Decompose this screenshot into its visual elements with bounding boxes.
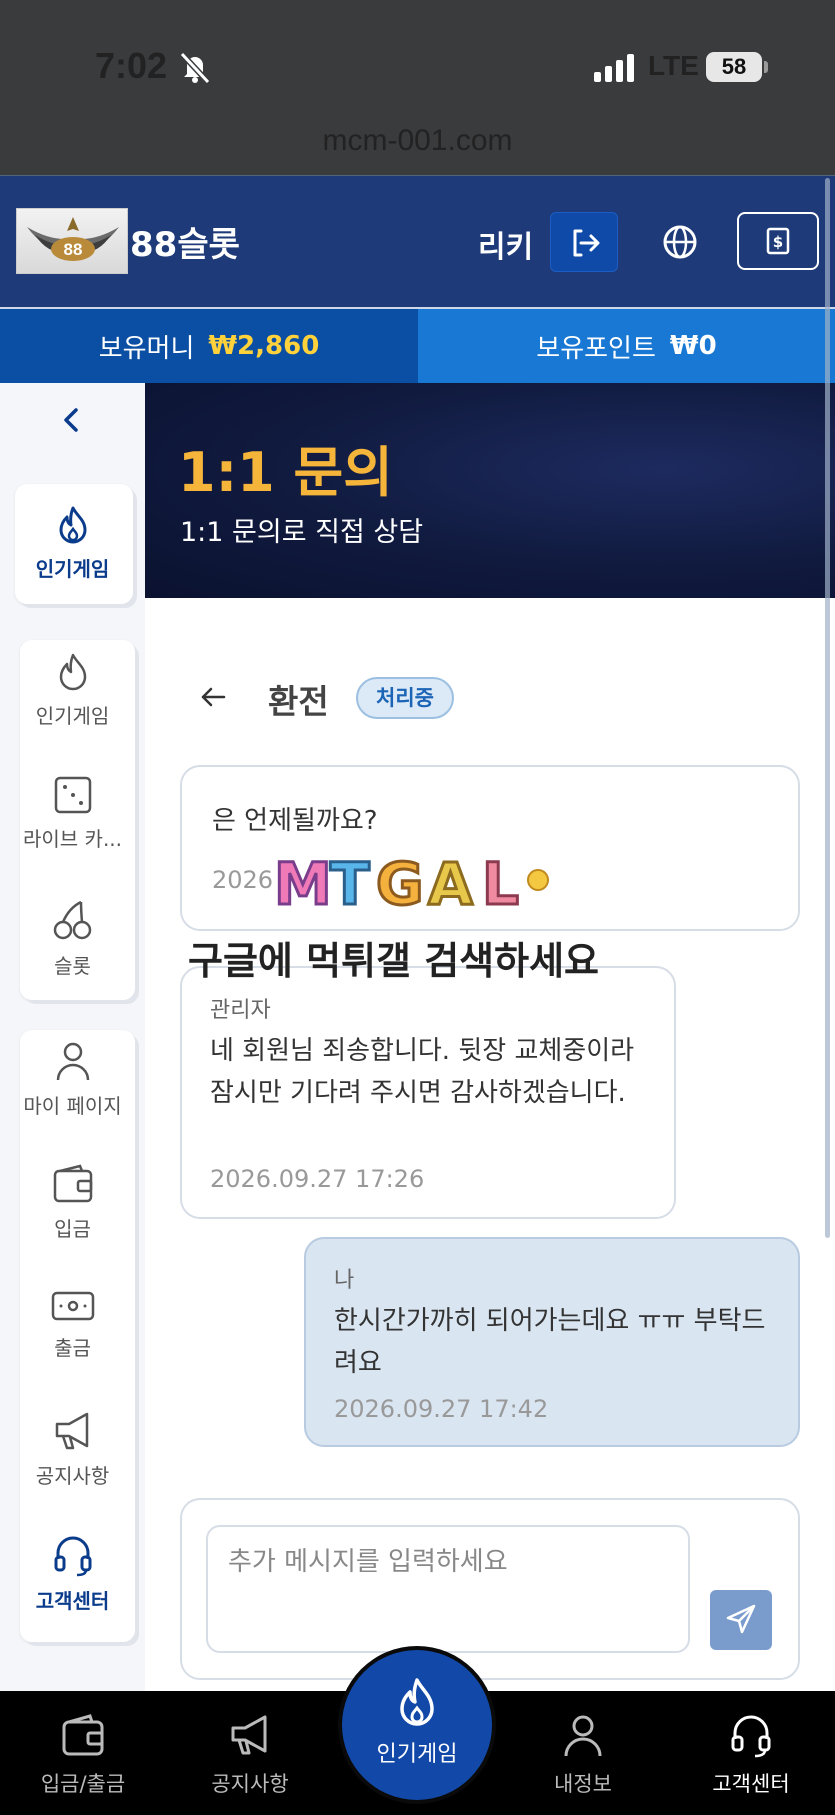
message-text: 네 회원님 죄송합니다. 뒷장 교체중이라 잠시만 기다려 주시면 감사하겠습니…: [210, 1036, 635, 1108]
sidebar-item-live-casino[interactable]: 라이브 카...: [0, 775, 145, 852]
logout-button[interactable]: [550, 212, 618, 272]
sidebar-item-slot[interactable]: 슬롯: [0, 898, 145, 979]
battery-tip: [764, 61, 768, 73]
thread-title: 환전: [268, 682, 329, 721]
send-icon: [726, 1604, 756, 1634]
nav-label: 공지사항: [211, 1772, 289, 1796]
dice-icon: [54, 776, 91, 814]
chevron-left-icon[interactable]: [56, 400, 88, 440]
nav-label: 내정보: [554, 1772, 612, 1796]
nav-popular-games[interactable]: 인기게임: [342, 1650, 492, 1800]
nav-deposit-withdraw[interactable]: 입금/출금: [8, 1712, 158, 1798]
page-title: 1:1 문의: [178, 441, 393, 504]
sidebar-item-label: 마이 페이지: [23, 1094, 122, 1118]
headset-icon: [54, 1536, 91, 1577]
user-icon: [56, 1042, 89, 1081]
cherry-icon: [53, 900, 91, 940]
bell-muted-icon: [179, 51, 211, 84]
money-balance: 보유머니 ₩2,860: [0, 309, 418, 383]
browser-url[interactable]: mcm-001.com: [0, 124, 835, 158]
brand-name: 88슬롯: [130, 225, 240, 265]
message-date: 2026.09.27 17:26: [210, 1165, 425, 1193]
status-time: 7:02: [95, 45, 168, 86]
logout-icon: [573, 229, 600, 257]
message-text: 은 언제될까요?: [212, 806, 378, 836]
fire-icon: [59, 653, 86, 691]
svg-text:M: M: [274, 850, 334, 916]
message-author: 관리자: [210, 998, 271, 1023]
wallet-icon: [62, 1714, 104, 1756]
money-icon: $: [766, 227, 790, 255]
sidebar-item-label: 공지사항: [35, 1464, 110, 1488]
fire-icon: [400, 1678, 434, 1726]
money-value: ₩2,860: [208, 331, 320, 361]
message-date: 2026: [212, 866, 274, 894]
sidebar-item-notice[interactable]: 공지사항: [0, 1410, 145, 1489]
sidebar-item-label: 라이브 카...: [22, 827, 123, 851]
svg-text:G: G: [376, 850, 424, 916]
svg-text:88: 88: [64, 240, 83, 259]
watermark-text: 구글에 먹튀갤 검색하세요: [188, 939, 600, 983]
svg-text:T: T: [330, 850, 370, 916]
globe-icon: [663, 225, 697, 259]
svg-text:L: L: [482, 850, 519, 916]
megaphone-icon: [55, 1412, 88, 1450]
watermark-logo: M T G A L: [273, 850, 549, 916]
wallet-button[interactable]: $: [737, 212, 819, 270]
wings-logo-icon: 88: [27, 217, 119, 261]
sidebar-item-mypage[interactable]: 마이 페이지: [0, 1040, 145, 1119]
megaphone-icon: [231, 1715, 267, 1755]
sidebar-item-label: 인기게임: [35, 557, 110, 581]
sidebar-item-label: 인기게임: [35, 704, 110, 728]
language-button[interactable]: [652, 214, 708, 270]
nav-notice[interactable]: 공지사항: [175, 1712, 325, 1798]
point-balance: 보유포인트 ₩0: [418, 309, 835, 383]
status-badge: 처리중: [356, 677, 454, 719]
nav-my-info[interactable]: 내정보: [508, 1712, 658, 1798]
battery-icon: 58: [706, 52, 762, 82]
point-value: ₩0: [669, 331, 717, 361]
sidebar-item-label: 고객센터: [35, 1589, 110, 1613]
message-text: 한시간가까히 되어가는데요 ㅠㅠ 부탁드려요: [334, 1306, 766, 1378]
signal-icon: [594, 54, 634, 82]
network-label: LTE: [648, 50, 699, 81]
scrollbar[interactable]: [825, 178, 830, 1238]
money-label: 보유머니: [98, 333, 195, 364]
site-logo[interactable]: 88: [16, 208, 128, 274]
svg-text:A: A: [428, 850, 473, 916]
fire-icon: [59, 506, 86, 544]
sidebar-item-deposit[interactable]: 입금: [0, 1163, 145, 1242]
page-subtitle: 1:1 문의로 직접 상담: [180, 517, 424, 548]
message-date: 2026.09.27 17:42: [334, 1395, 549, 1423]
svg-text:$: $: [773, 233, 783, 251]
nav-support[interactable]: 고객센터: [676, 1712, 826, 1798]
sidebar-item-popular[interactable]: 인기게임: [0, 652, 145, 729]
point-label: 보유포인트: [536, 333, 656, 364]
message-author: 나: [334, 1268, 355, 1293]
user-icon: [564, 1715, 602, 1757]
sidebar-item-popular-active[interactable]: 인기게임: [0, 505, 145, 582]
username: 리키: [478, 230, 534, 265]
sidebar-item-support[interactable]: 고객센터: [0, 1533, 145, 1614]
sidebar-item-label: 입금: [54, 1217, 91, 1241]
send-button[interactable]: [710, 1590, 772, 1650]
cash-icon: [51, 1291, 94, 1321]
sidebar-item-label: 슬롯: [54, 954, 91, 978]
sidebar-item-withdraw[interactable]: 출금: [0, 1288, 145, 1361]
message-input[interactable]: [206, 1525, 690, 1653]
wallet-icon: [53, 1164, 92, 1203]
nav-label: 고객센터: [712, 1772, 790, 1796]
headset-icon: [731, 1715, 771, 1758]
sidebar-item-label: 출금: [54, 1336, 91, 1360]
nav-label: 인기게임: [376, 1742, 458, 1767]
nav-label: 입금/출금: [40, 1772, 126, 1796]
arrow-left-icon[interactable]: [196, 680, 230, 714]
